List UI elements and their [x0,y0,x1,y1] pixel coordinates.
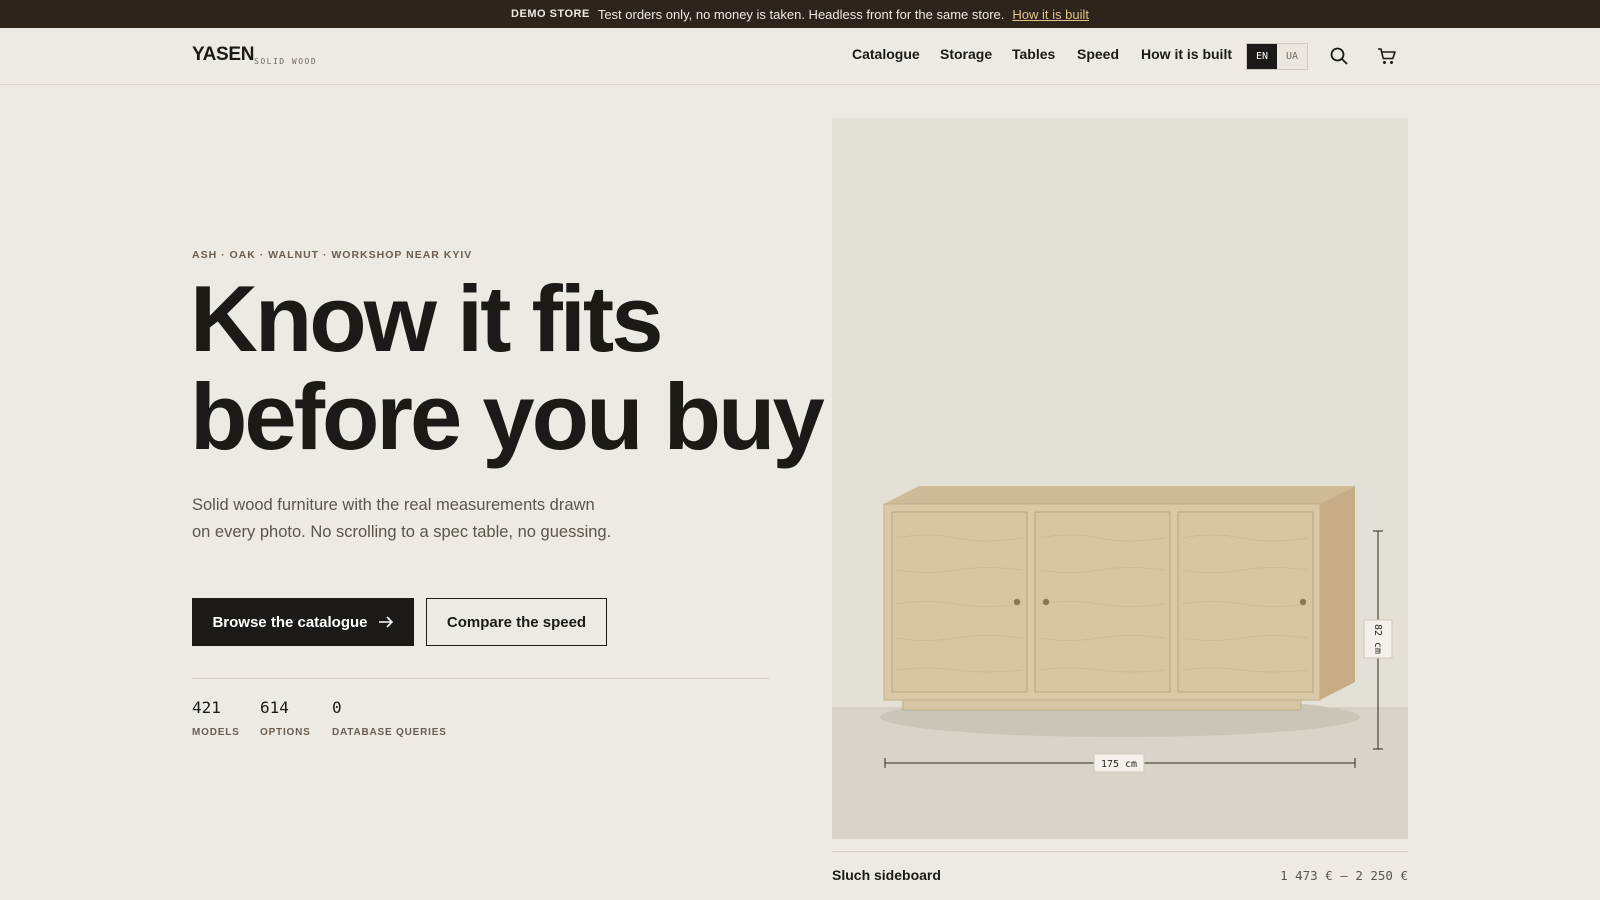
how-it-is-built-link[interactable]: How it is built [1012,7,1089,22]
arrow-right-icon [378,616,393,628]
door-knob [1042,598,1050,606]
browse-catalogue-label: Browse the catalogue [212,613,368,631]
nav-speed[interactable]: Speed [1077,46,1119,62]
search-icon[interactable] [1329,46,1349,66]
nav-tables[interactable]: Tables [1012,46,1055,62]
lang-en[interactable]: EN [1247,44,1277,69]
stat-value: 614 [260,698,289,717]
stat-value: 421 [192,698,221,717]
stat-value: 0 [332,698,342,717]
width-dimension-label: 175 cm [1101,759,1137,770]
hero-headline: Know it fits before you buy [190,266,825,469]
demo-store-tag: DEMO STORE [511,8,590,20]
hero-lede: Solid wood furniture with the real measu… [192,496,612,541]
sideboard-illustration [883,486,1355,711]
product-image[interactable]: 175 cm 82 cm [832,118,1408,839]
stat-label: OPTIONS [260,727,311,738]
browse-catalogue-button[interactable]: Browse the catalogue [192,598,414,646]
site-header: YASEN SOLID WOOD Catalogue Storage Table… [0,28,1600,85]
stats-divider [192,678,769,679]
door-knob [1299,598,1307,606]
door-knob [1013,598,1021,606]
stat-options: 614 OPTIONS [260,698,311,738]
height-dimension-label: 82 cm [1372,624,1383,654]
lang-ua[interactable]: UA [1277,44,1307,69]
nav-catalogue[interactable]: Catalogue [852,46,920,62]
stat-database-queries: 0 DATABASE QUERIES [332,698,447,738]
headline-line-1: Know it fits [190,266,663,371]
nav-how-it-is-built[interactable]: How it is built [1141,46,1232,62]
product-price: 1 473 € – 2 250 € [1280,868,1408,883]
product-name[interactable]: Sluch sideboard [832,867,941,883]
nav-storage[interactable]: Storage [940,46,992,62]
stat-label: DATABASE QUERIES [332,727,447,738]
language-switcher: EN UA [1246,43,1308,70]
compare-speed-button[interactable]: Compare the speed [426,598,607,646]
stat-label: MODELS [192,727,240,738]
announcement-message: Test orders only, no money is taken. Hea… [597,6,1005,22]
cart-icon[interactable] [1377,46,1397,66]
logo-tagline: SOLID WOOD [254,57,318,66]
headline-line-2: before you buy [190,364,825,469]
product-caption-divider [832,851,1408,852]
logo[interactable]: YASEN [192,44,255,66]
stat-models: 421 MODELS [192,698,240,738]
announcement-bar: DEMO STORE Test orders only, no money is… [0,0,1600,28]
hero-eyebrow: ASH · OAK · WALNUT · WORKSHOP NEAR KYIV [192,249,473,261]
